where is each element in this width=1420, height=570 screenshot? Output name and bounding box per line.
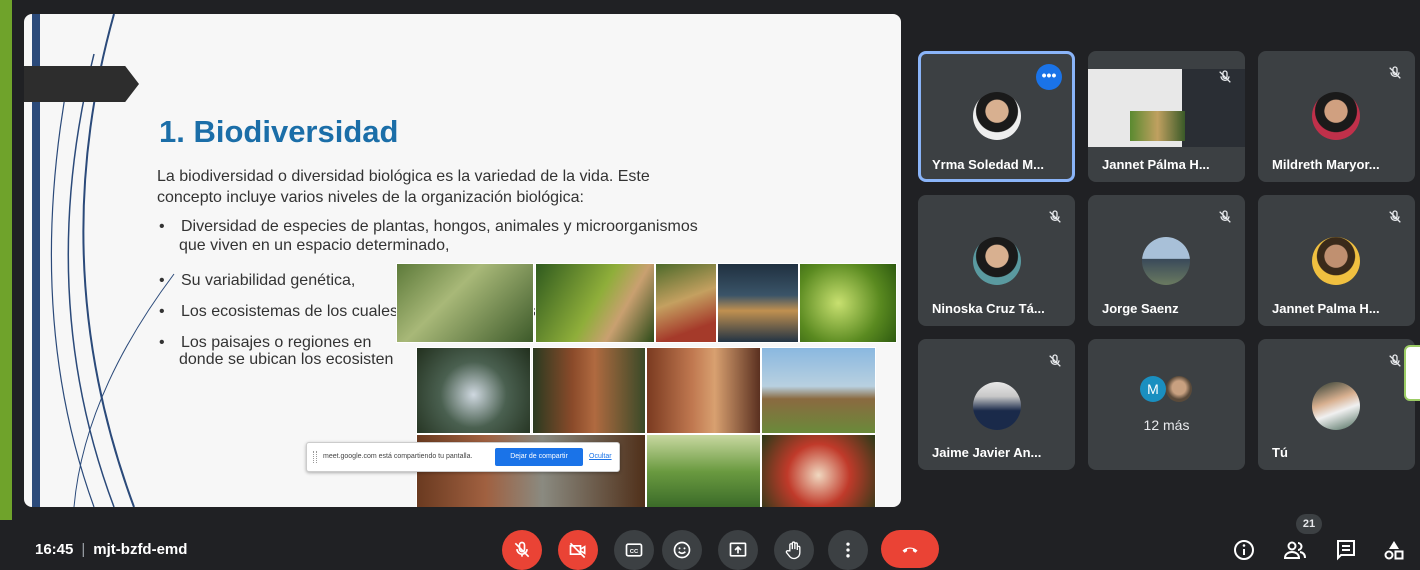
photo-rafflesia <box>761 434 876 507</box>
avatar <box>973 92 1021 140</box>
people-count-badge: 21 <box>1296 514 1322 534</box>
photo-tree-canopy <box>416 347 531 434</box>
top-strip <box>0 0 1420 10</box>
participant-tile[interactable]: Jannet Palma H... <box>1258 195 1415 326</box>
avatar <box>1166 376 1192 402</box>
mic-off-icon <box>514 541 530 558</box>
participant-tile[interactable]: Jaime Javier An... <box>918 339 1075 470</box>
drag-handle[interactable] <box>313 451 317 463</box>
separator: | <box>81 541 86 558</box>
mic-off-icon <box>1389 354 1401 367</box>
extension-side-widget[interactable] <box>1404 345 1420 401</box>
mic-off-icon <box>1389 210 1401 223</box>
mic-off-icon <box>1219 70 1231 83</box>
avatar <box>973 382 1021 430</box>
slide-text-tail: donde se ubican los ecosisten <box>179 351 394 368</box>
present-icon <box>729 542 747 557</box>
more-options-icon <box>846 542 850 558</box>
slide-intro: La biodiversidad o diversidad biológica … <box>157 168 650 206</box>
meeting-time: 16:45 <box>35 541 74 558</box>
participant-name: Yrma Soledad M... <box>932 157 1044 172</box>
participant-name: Tú <box>1272 445 1288 460</box>
participant-name: Jannet Pálma H... <box>1102 157 1210 172</box>
participant-name: Ninoska Cruz Tá... <box>932 301 1045 316</box>
participant-tile[interactable]: Jorge Saenz <box>1088 195 1245 326</box>
participant-name: Jannet Palma H... <box>1272 301 1380 316</box>
svg-text:CC: CC <box>630 549 639 555</box>
captions-icon: CC <box>625 543 643 557</box>
slide-arrow-shape <box>24 66 139 102</box>
present-button[interactable] <box>718 530 758 570</box>
photo-water-lilies <box>646 434 761 507</box>
avatar <box>1142 237 1190 285</box>
raise-hand-icon <box>785 541 801 560</box>
activities-icon[interactable] <box>1382 538 1406 562</box>
avatar <box>1312 92 1360 140</box>
bullet: Diversidad de especies de plantas, hongo… <box>157 216 777 237</box>
hang-up-icon <box>902 547 918 553</box>
chat-icon[interactable] <box>1334 538 1358 562</box>
more-options-button[interactable] <box>828 530 868 570</box>
raise-hand-button[interactable] <box>774 530 814 570</box>
mic-off-icon <box>1049 210 1061 223</box>
participant-name: Jaime Javier An... <box>932 445 1042 460</box>
shared-screen-slide: 1. Biodiversidad La biodiversidad o dive… <box>24 14 901 507</box>
more-count-label: 12 más <box>1143 417 1190 433</box>
slide-title: 1. Biodiversidad <box>159 114 399 149</box>
participant-name: Mildreth Maryor... <box>1272 157 1380 172</box>
bottom-bar <box>0 520 1420 570</box>
participant-tile[interactable]: ••• Yrma Soledad M... <box>918 51 1075 182</box>
photo-baobab <box>761 347 876 434</box>
camera-button[interactable] <box>558 530 598 570</box>
people-icon[interactable] <box>1283 538 1307 562</box>
meeting-info: 16:45 | mjt-bzfd-emd <box>35 541 187 558</box>
leave-call-button[interactable] <box>881 530 939 568</box>
screen-share-bar: meet.google.com está compartiendo tu pan… <box>306 442 620 472</box>
share-message: meet.google.com está compartiendo tu pan… <box>323 453 473 460</box>
hide-share-bar-link[interactable]: Ocultar <box>589 453 612 460</box>
participant-tile[interactable]: Mildreth Maryor... <box>1258 51 1415 182</box>
meeting-code[interactable]: mjt-bzfd-emd <box>93 541 187 558</box>
emoji-button[interactable] <box>662 530 702 570</box>
thumbnail-photos <box>1130 111 1185 141</box>
photo-sequoia <box>532 347 646 434</box>
avatar <box>1312 382 1360 430</box>
avatar <box>973 237 1021 285</box>
more-options-icon[interactable]: ••• <box>1036 64 1062 90</box>
avatar-initial: M <box>1140 376 1166 402</box>
camera-off-icon <box>569 542 586 559</box>
captions-button[interactable]: CC <box>614 530 654 570</box>
photo-greenhouse <box>396 263 534 343</box>
window-edge <box>0 0 12 520</box>
mic-off-icon <box>1049 354 1061 367</box>
photo-leaves <box>799 263 897 343</box>
microphone-button[interactable] <box>502 530 542 570</box>
avatar <box>1312 237 1360 285</box>
participant-name: Jorge Saenz <box>1102 301 1179 316</box>
info-icon[interactable] <box>1232 538 1256 562</box>
emoji-icon <box>673 541 691 559</box>
photo-child-leaves <box>535 263 655 343</box>
photo-redwood <box>646 347 761 434</box>
self-tile[interactable]: Tú <box>1258 339 1415 470</box>
stop-sharing-button[interactable]: Dejar de compartir <box>495 448 583 466</box>
mic-off-icon <box>1219 210 1231 223</box>
photo-poster <box>717 263 799 343</box>
photo-fruit <box>655 263 717 343</box>
bullet-continuation: que viven en un espacio determinado, <box>179 237 450 254</box>
participant-tile-presenting[interactable]: Jannet Pálma H... <box>1088 51 1245 182</box>
participant-tile[interactable]: Ninoska Cruz Tá... <box>918 195 1075 326</box>
mic-off-icon <box>1389 66 1401 79</box>
more-participants-tile[interactable]: M 12 más <box>1088 339 1245 470</box>
